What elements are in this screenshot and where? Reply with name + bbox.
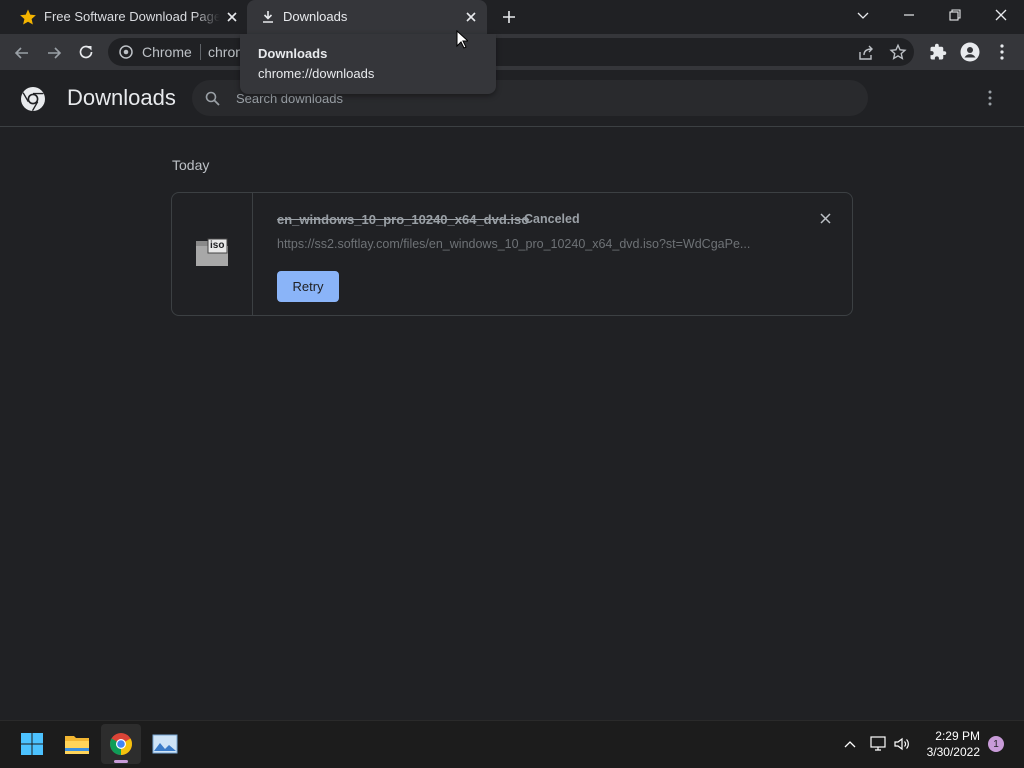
close-tab-icon[interactable] (224, 9, 240, 25)
back-icon[interactable] (13, 44, 31, 62)
hover-card-title: Downloads (258, 46, 328, 61)
chrome-site-icon (119, 45, 133, 59)
mouse-cursor-icon (456, 30, 468, 49)
date-section-label: Today (172, 157, 210, 173)
close-tab-icon[interactable] (463, 9, 479, 25)
profile-avatar-icon[interactable] (960, 42, 980, 62)
page-title: Downloads (67, 85, 176, 110)
notification-badge[interactable]: 1 (988, 736, 1004, 752)
bookmark-star-icon[interactable] (889, 43, 907, 61)
clock-time[interactable]: 2:29 PM (928, 729, 980, 743)
download-icon (261, 10, 275, 24)
star-icon (19, 8, 37, 26)
download-status: Canceled (524, 212, 580, 226)
reload-icon[interactable] (77, 43, 95, 61)
tab-search-chevron-icon[interactable] (856, 8, 870, 22)
file-name-link[interactable]: en_windows_10_pro_10240_x64_dvd.iso (277, 212, 529, 227)
photos-app-icon[interactable] (150, 729, 180, 759)
close-window-icon[interactable] (993, 7, 1009, 23)
card-divider (252, 193, 253, 315)
forward-icon[interactable] (45, 44, 63, 62)
new-tab-icon[interactable] (500, 8, 518, 26)
retry-button[interactable]: Retry (277, 271, 339, 302)
chrome-menu-icon[interactable] (994, 43, 1010, 61)
hover-card-url: chrome://downloads (258, 66, 375, 81)
omnibox-site-label: Chrome (142, 44, 192, 60)
minimize-icon[interactable] (902, 8, 916, 22)
windows-start-icon[interactable] (17, 729, 47, 759)
omnibox-separator (200, 44, 201, 60)
tab-downloads[interactable]: Downloads (247, 0, 487, 34)
tab-title: Downloads (283, 9, 348, 24)
show-hidden-icons-chevron-icon[interactable] (843, 737, 857, 751)
tab-softlay[interactable]: Free Software Download Page - Softlay (0, 0, 246, 34)
chrome-taskbar-icon[interactable] (106, 729, 136, 759)
download-item-card (171, 192, 853, 316)
network-icon[interactable] (869, 735, 887, 753)
volume-icon[interactable] (893, 735, 911, 753)
chrome-logo-icon (20, 86, 46, 112)
download-url[interactable]: https://ss2.softlay.com/files/en_windows… (277, 237, 777, 251)
share-icon[interactable] (857, 44, 875, 62)
active-app-indicator (114, 760, 128, 763)
more-actions-icon[interactable] (982, 89, 998, 107)
search-icon (205, 91, 220, 106)
restore-icon[interactable] (948, 8, 962, 22)
tab-title: Free Software Download Page - Softlay (44, 9, 220, 24)
extensions-puzzle-icon[interactable] (929, 43, 947, 61)
address-bar[interactable]: Chrome chrome://downloads (108, 38, 914, 66)
clock-date[interactable]: 3/30/2022 (916, 745, 980, 759)
file-type-label: iso (210, 240, 225, 251)
remove-from-list-icon[interactable] (818, 211, 833, 226)
file-explorer-icon[interactable] (62, 729, 92, 759)
